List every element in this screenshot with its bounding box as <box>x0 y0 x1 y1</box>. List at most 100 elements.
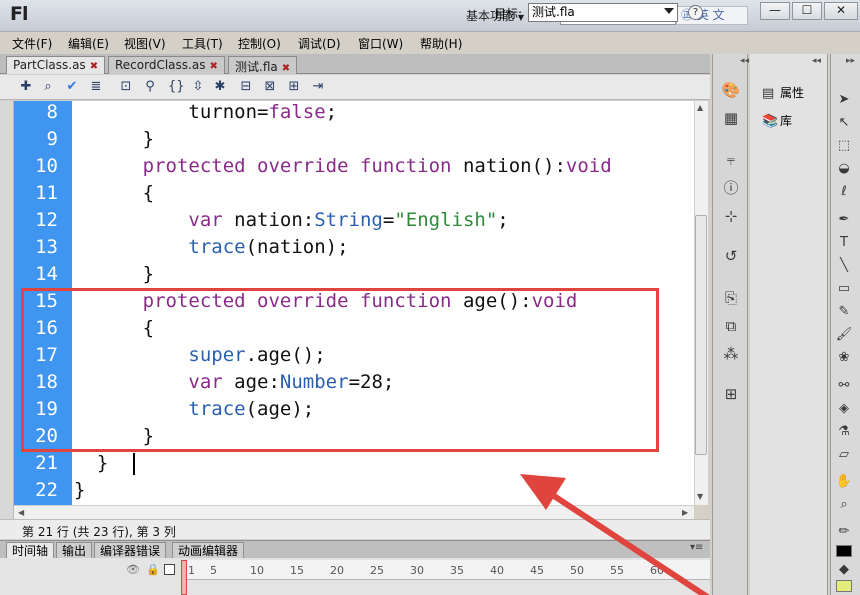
info-icon[interactable]: ⓘ <box>721 178 741 198</box>
eyedropper-tool-icon[interactable]: ⚗ <box>834 422 854 442</box>
tab-timeline[interactable]: 时间轴 <box>6 542 55 559</box>
code-line-11[interactable]: { <box>74 180 154 207</box>
menu-view[interactable]: 视图(V) <box>124 35 166 52</box>
hand-tool-icon[interactable]: ✋ <box>834 472 854 492</box>
code-line-21[interactable]: } <box>74 450 108 477</box>
code-line-13[interactable]: trace(nation); <box>74 234 348 261</box>
tab-test-fla[interactable]: 测试.fla ✖ <box>228 56 298 74</box>
code-line-22[interactable]: } <box>74 477 85 504</box>
close-tab-icon[interactable]: ✖ <box>282 63 290 74</box>
scroll-left-icon[interactable]: ◀ <box>18 508 24 517</box>
code-hint-icon[interactable]: ⊡ <box>118 79 134 95</box>
timeline-tick-label: 50 <box>570 564 584 577</box>
timeline-tick-label: 40 <box>490 564 504 577</box>
fill-color-icon[interactable]: ◆ <box>834 560 854 580</box>
line-tool-icon[interactable]: ╲ <box>834 256 854 276</box>
code-line-8[interactable]: turnon=false; <box>74 99 337 126</box>
apply-block-comment-icon[interactable]: ⊟ <box>238 79 254 95</box>
pencil-tool-icon[interactable]: ✎ <box>834 302 854 322</box>
chevron-down-icon[interactable] <box>664 8 674 14</box>
apply-line-comment-icon[interactable]: ⊠ <box>262 79 278 95</box>
help-icon[interactable]: ? <box>688 5 703 20</box>
stroke-color-swatch[interactable] <box>836 545 852 557</box>
selection-tool-icon[interactable]: ➤ <box>834 90 854 110</box>
text-tool-icon[interactable]: T <box>834 233 854 253</box>
target-select[interactable]: 测试.fla <box>528 3 678 22</box>
eraser-tool-icon[interactable]: ▱ <box>834 445 854 465</box>
menu-control[interactable]: 控制(O) <box>238 35 281 52</box>
expand-tools-icon[interactable]: ▸▸ <box>846 56 855 66</box>
properties-panel-button[interactable]: ▤ 属性 <box>762 84 804 101</box>
add-statement-icon[interactable]: ✚ <box>18 79 34 95</box>
menu-debug[interactable]: 调试(D) <box>298 35 341 52</box>
zoom-tool-icon[interactable]: ⌕ <box>834 495 854 515</box>
code-line-10[interactable]: protected override function nation():voi… <box>74 153 612 180</box>
history-icon[interactable]: ↺ <box>721 246 741 266</box>
color-icon[interactable]: 🎨 <box>721 80 741 100</box>
scroll-down-icon[interactable]: ▼ <box>697 492 703 501</box>
collapse-braces-icon[interactable]: {} <box>168 79 185 95</box>
tab-label: 测试.fla <box>235 60 278 74</box>
close-tab-icon[interactable]: ✖ <box>90 61 98 72</box>
remove-comment-icon[interactable]: ⊞ <box>286 79 302 95</box>
horizontal-scrollbar[interactable] <box>14 505 694 519</box>
menu-help[interactable]: 帮助(H) <box>420 35 462 52</box>
code-line-14[interactable]: } <box>74 261 154 288</box>
ime-indicator[interactable]: ㊣ 英 文 <box>676 6 748 25</box>
free-transform-tool-icon[interactable]: ⬚ <box>834 136 854 156</box>
paint-bucket-tool-icon[interactable]: ◈ <box>834 399 854 419</box>
stroke-color-icon[interactable]: ✏ <box>834 522 854 542</box>
deco-tool-icon[interactable]: ❀ <box>834 348 854 368</box>
expand-all-icon[interactable]: ✱ <box>212 79 228 95</box>
maximize-button[interactable]: ☐ <box>792 2 822 20</box>
rectangle-tool-icon[interactable]: ▭ <box>834 279 854 299</box>
code-line-12[interactable]: var nation:String="English"; <box>74 207 508 234</box>
components-icon[interactable]: ⧉ <box>721 316 741 336</box>
scroll-up-icon[interactable]: ▲ <box>697 103 703 112</box>
playhead[interactable] <box>181 560 187 595</box>
project-icon[interactable]: ⊞ <box>721 384 741 404</box>
tab-motion-editor[interactable]: 动画编辑器 <box>172 542 245 559</box>
tab-output[interactable]: 输出 <box>56 542 93 559</box>
code-snippets-icon[interactable]: ⎘ <box>721 288 741 308</box>
close-tab-icon[interactable]: ✖ <box>209 61 217 72</box>
minimize-button[interactable]: — <box>760 2 790 20</box>
library-panel-button[interactable]: 📚 库 <box>762 112 792 129</box>
collapse-dock-icon[interactable]: ◂◂ <box>740 56 749 66</box>
close-button[interactable]: ✕ <box>824 2 858 20</box>
timeline-tick-label: 1 <box>188 564 195 577</box>
check-syntax-icon[interactable]: ✔ <box>64 79 80 95</box>
code-line-9[interactable]: } <box>74 126 154 153</box>
swatches-icon[interactable]: ▦ <box>721 108 741 128</box>
transform-icon[interactable]: ⊹ <box>721 206 741 226</box>
tab-partclass[interactable]: PartClass.as ✖ <box>6 56 106 74</box>
menu-window[interactable]: 窗口(W) <box>358 35 403 52</box>
motion-presets-icon[interactable]: ⁂ <box>721 344 741 364</box>
menu-file[interactable]: 文件(F) <box>12 35 52 52</box>
brush-tool-icon[interactable]: 🖌 <box>834 325 854 345</box>
menu-edit[interactable]: 编辑(E) <box>68 35 109 52</box>
collapse-selection-icon[interactable]: ⇳ <box>190 79 206 95</box>
collapse-panel-icon[interactable]: ◂◂ <box>812 56 821 66</box>
find-icon[interactable]: ⌕ <box>40 79 56 95</box>
fill-color-swatch[interactable] <box>836 580 852 592</box>
lock-icon[interactable]: 🔒 <box>146 563 160 576</box>
library-icon: 📚 <box>762 114 779 129</box>
show-toolbox-icon[interactable]: ⇥ <box>310 79 326 95</box>
eye-icon[interactable]: 👁 <box>126 563 140 576</box>
outline-icon[interactable] <box>164 564 175 575</box>
menu-tools[interactable]: 工具(T) <box>182 35 223 52</box>
lasso-tool-icon[interactable]: ℓ <box>834 182 854 202</box>
tab-recordclass[interactable]: RecordClass.as ✖ <box>108 56 225 74</box>
auto-format-icon[interactable]: ≣ <box>88 79 104 95</box>
subselection-tool-icon[interactable]: ↖ <box>834 113 854 133</box>
vertical-scroll-thumb[interactable] <box>695 215 707 455</box>
scroll-right-icon[interactable]: ▶ <box>682 508 688 517</box>
bone-tool-icon[interactable]: ⚯ <box>834 376 854 396</box>
panel-menu-icon[interactable]: ▾≡ <box>690 542 703 553</box>
align-icon[interactable]: ⫧ <box>721 150 741 170</box>
3d-rotation-tool-icon[interactable]: ◒ <box>834 159 854 179</box>
pen-tool-icon[interactable]: ✒ <box>834 210 854 230</box>
tab-compiler-errors[interactable]: 编译器错误 <box>94 542 167 559</box>
debug-options-icon[interactable]: ⚲ <box>142 79 158 95</box>
